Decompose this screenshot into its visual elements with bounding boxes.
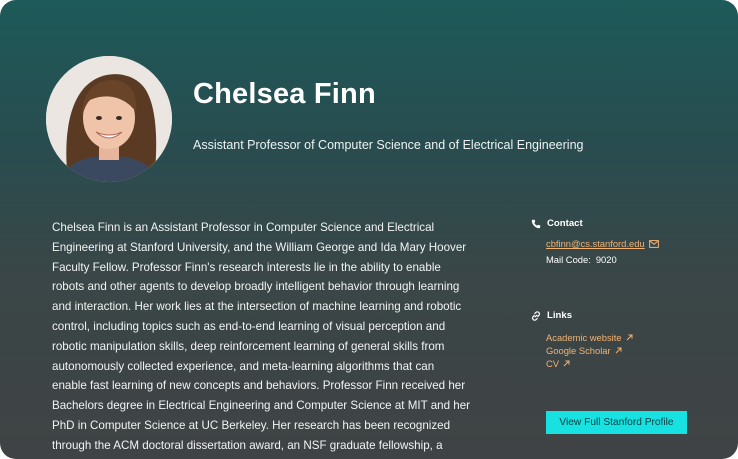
link-label: CV [546, 358, 560, 369]
mail-code-value: 9020 [595, 254, 617, 265]
profile-title: Assistant Professor of Computer Science … [193, 138, 584, 152]
envelope-icon [648, 239, 659, 248]
contact-section: Contact cbfinn@cs.stanford.edu Mail Code… [531, 218, 711, 265]
contact-heading: Contact [531, 218, 711, 229]
portrait-photo-icon [46, 56, 172, 182]
contact-heading-label: Contact [547, 218, 583, 229]
links-heading: Links [531, 310, 633, 321]
view-full-profile-button[interactable]: View Full Stanford Profile [546, 411, 687, 434]
contact-body: cbfinn@cs.stanford.edu Mail Code: 9020 [546, 238, 711, 265]
links-heading-label: Links [547, 310, 573, 321]
sidebar: Contact cbfinn@cs.stanford.edu Mail Code… [531, 218, 711, 369]
link-label: Google Scholar [546, 345, 611, 356]
external-arrow-icon [563, 360, 570, 367]
profile-bio: Chelsea Finn is an Assistant Professor i… [52, 221, 471, 459]
external-arrow-icon [615, 347, 622, 354]
profile-card: Chelsea Finn Assistant Professor of Comp… [0, 0, 738, 459]
mail-code-label: Mail Code: [546, 254, 591, 265]
external-arrow-icon [626, 334, 633, 341]
email-text: cbfinn@cs.stanford.edu [546, 238, 645, 249]
phone-icon [531, 219, 541, 228]
email-link[interactable]: cbfinn@cs.stanford.edu [546, 238, 659, 249]
profile-name: Chelsea Finn [193, 78, 376, 110]
google-scholar-link[interactable]: Google Scholar [546, 344, 633, 357]
link-label: Academic website [546, 332, 622, 343]
profile-photo [46, 56, 172, 182]
cv-link[interactable]: CV [546, 357, 633, 370]
links-section: Links Academic website Google Scholar CV [531, 310, 633, 370]
links-list: Academic website Google Scholar CV [546, 331, 633, 370]
academic-website-link[interactable]: Academic website [546, 331, 633, 344]
link-icon [531, 310, 541, 321]
mail-code-row: Mail Code: 9020 [546, 254, 711, 265]
